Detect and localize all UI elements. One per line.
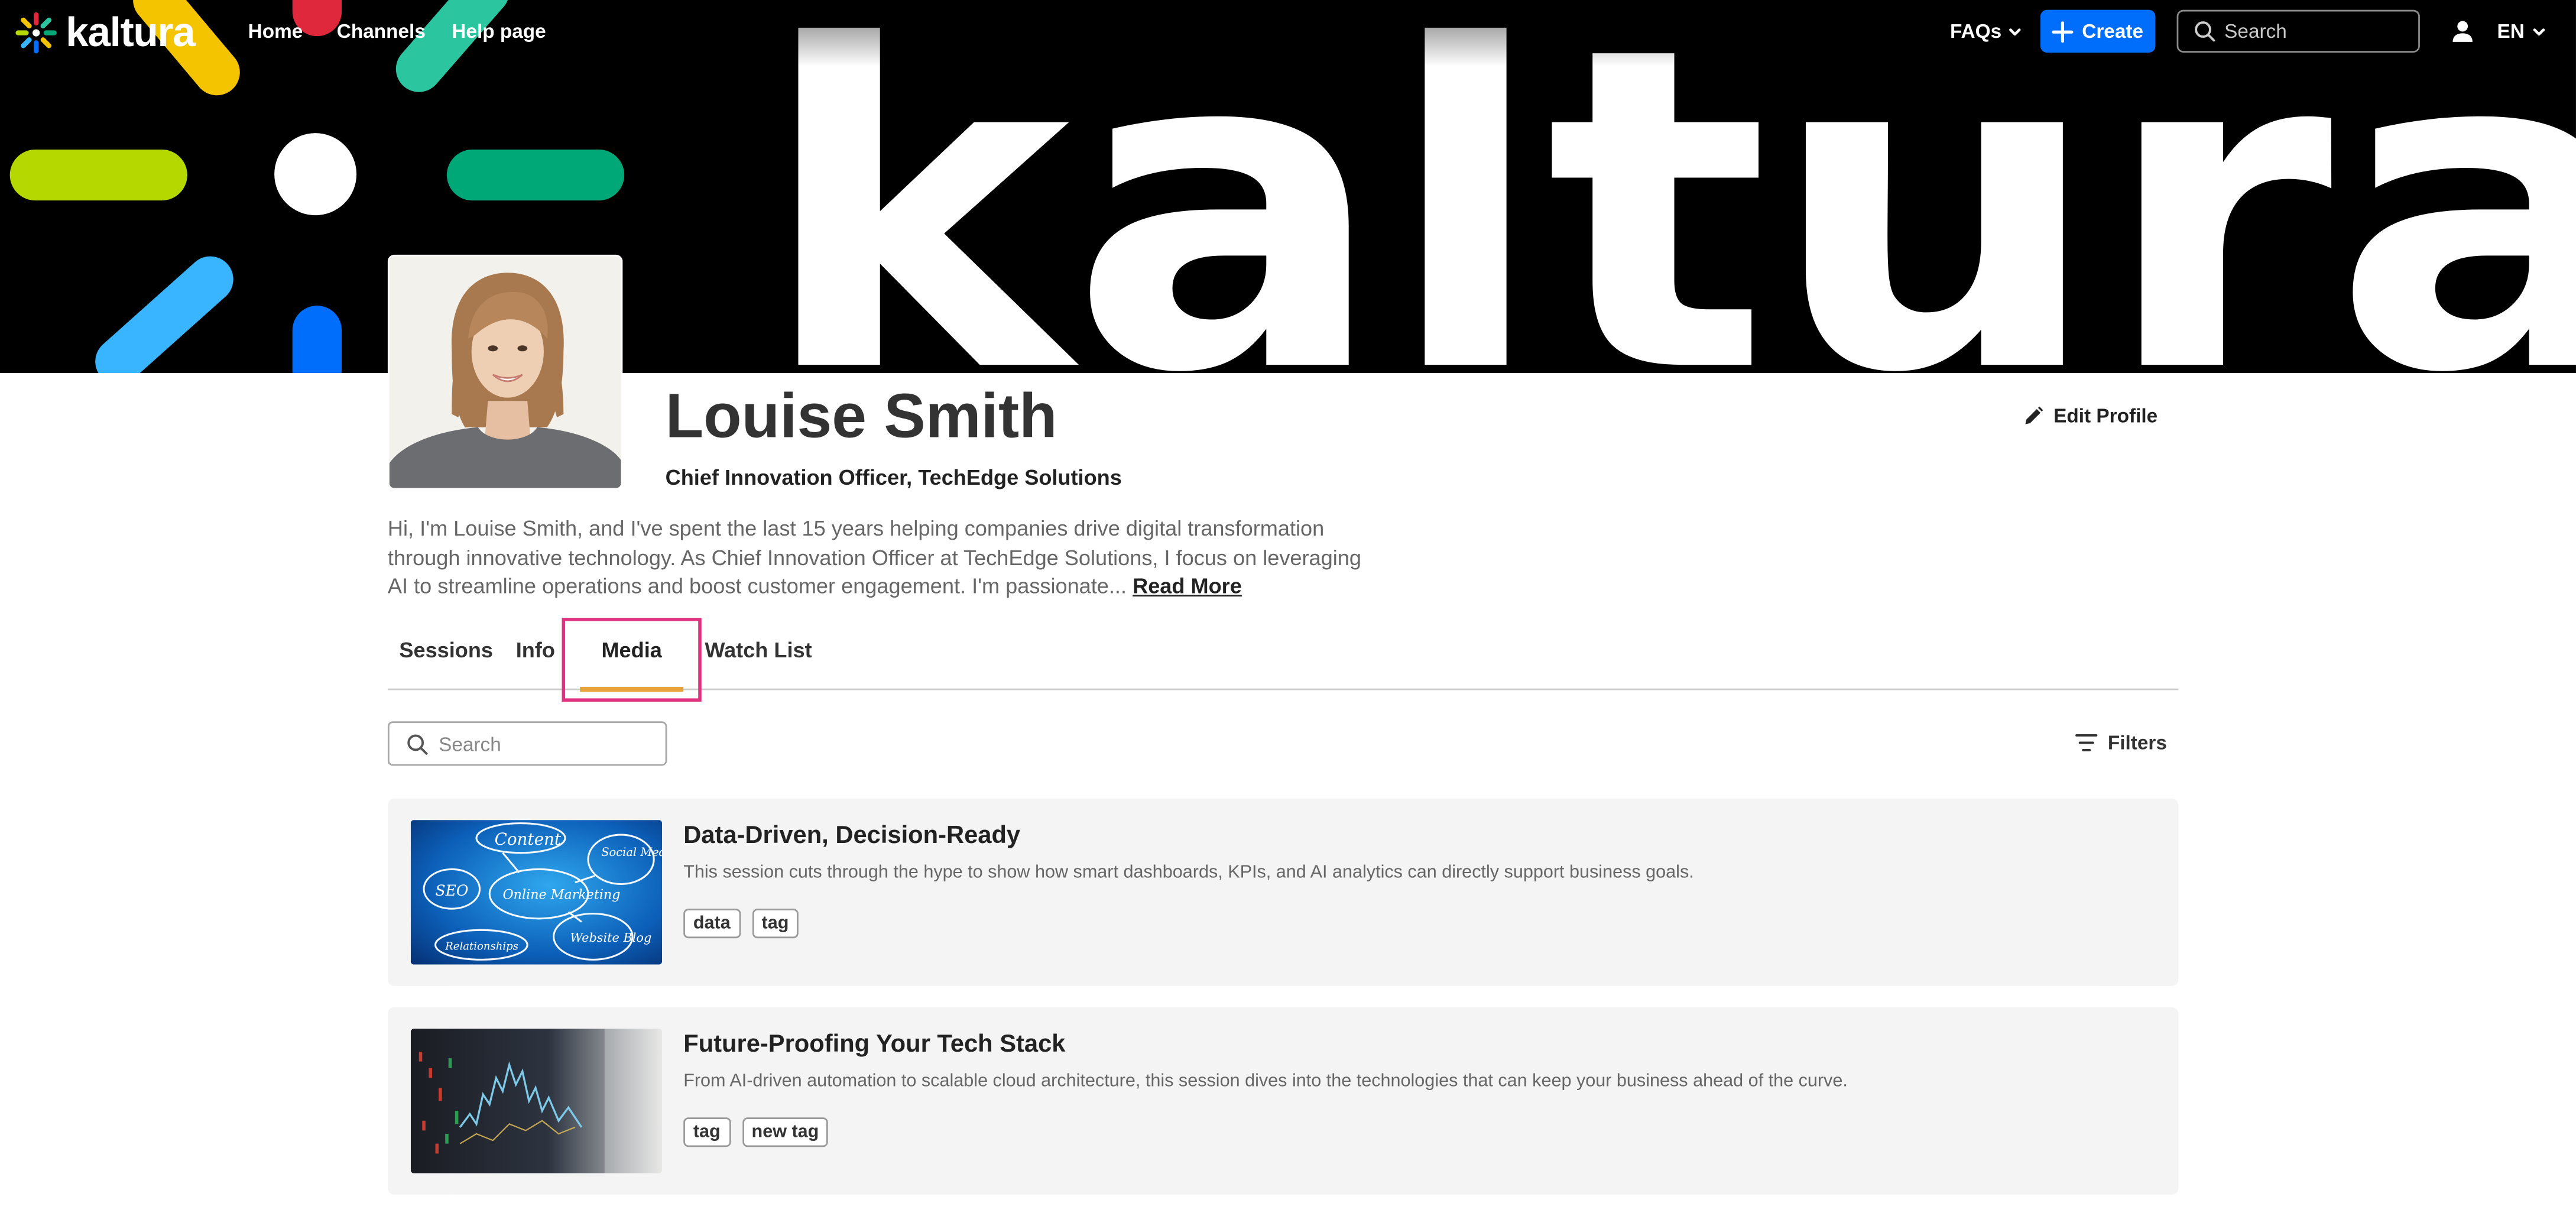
media-thumbnail[interactable]: Content Social Media SEO Online Marketin… [410, 820, 663, 965]
page: kaltura kaltura Home Channels Help page … [0, 0, 2576, 1216]
create-button[interactable]: Create [2040, 9, 2156, 53]
media-tags: data tag [683, 909, 799, 939]
tab-sessions[interactable]: Sessions [399, 638, 493, 663]
media-card[interactable]: Future-Proofing Your Tech Stack From AI-… [387, 1007, 2179, 1195]
global-search-input[interactable] [2224, 20, 2405, 43]
media-tags: tag new tag [683, 1117, 829, 1147]
faqs-label: FAQs [1950, 20, 2002, 43]
banner-shape-circle [274, 133, 357, 216]
thumb-word-relationships: Relationships [445, 941, 518, 953]
nav-link-channels[interactable]: Channels [337, 20, 426, 43]
tab-media-label: Media [601, 637, 662, 663]
edit-profile-label: Edit Profile [2053, 404, 2158, 427]
thumb-word-website-blog: Website Blog [570, 930, 651, 945]
profile-avatar [387, 254, 623, 490]
pencil-icon [2025, 406, 2043, 424]
profile-name: Louise Smith [665, 382, 1057, 452]
nav-link-help-page[interactable]: Help page [452, 20, 546, 43]
plus-icon [2052, 20, 2074, 42]
top-navigation: kaltura Home Channels Help page FAQs Cre… [0, 0, 2576, 66]
tag-chip[interactable]: data [683, 909, 741, 939]
media-card[interactable]: Content Social Media SEO Online Marketin… [387, 798, 2179, 986]
nav-link-home[interactable]: Home [248, 20, 303, 43]
create-label: Create [2082, 20, 2144, 43]
media-thumbnail[interactable] [410, 1029, 663, 1173]
user-menu[interactable] [2451, 20, 2474, 51]
search-icon [2195, 21, 2215, 42]
logo-text: kaltura [66, 9, 196, 56]
kaltura-logo[interactable]: kaltura [13, 9, 196, 56]
avatar-photo [389, 256, 621, 488]
thumb-word-seo: SEO [436, 882, 469, 899]
faqs-dropdown[interactable]: FAQs [1950, 20, 2023, 43]
banner-shape-lime [9, 149, 187, 201]
thumb-word-social-media: Social Media [601, 845, 662, 859]
filters-label: Filters [2107, 731, 2167, 754]
tab-info[interactable]: Info [516, 638, 555, 663]
global-search [2176, 9, 2420, 53]
media-search-input[interactable] [439, 732, 653, 755]
tab-watch-list[interactable]: Watch List [705, 638, 812, 663]
media-title[interactable]: Data-Driven, Decision-Ready [683, 822, 1020, 849]
user-icon [2452, 21, 2473, 42]
banner-shape-green [446, 149, 625, 201]
read-more-link[interactable]: Read More [1133, 573, 1242, 598]
chevron-down-icon [2010, 27, 2022, 35]
tag-chip[interactable]: new tag [741, 1117, 829, 1147]
filters-button[interactable]: Filters [2075, 731, 2167, 754]
kaltura-logo-mark-icon [15, 12, 57, 54]
media-title[interactable]: Future-Proofing Your Tech Stack [683, 1030, 1065, 1058]
chevron-down-icon [2532, 27, 2545, 35]
filter-icon [2075, 734, 2098, 751]
banner-shape-blue [292, 306, 342, 373]
thumbnail-marketing-image: Content Social Media SEO Online Marketin… [410, 820, 663, 965]
media-search [387, 721, 667, 766]
language-selector[interactable]: EN [2497, 20, 2546, 43]
search-icon [407, 734, 428, 754]
edit-profile-button[interactable]: Edit Profile [2022, 404, 2158, 427]
tag-chip[interactable]: tag [751, 909, 799, 939]
media-description: This session cuts through the hype to sh… [683, 862, 1694, 883]
banner-shape-lightblue [95, 256, 233, 373]
thumb-word-online-marketing: Online Marketing [502, 887, 620, 902]
active-tab-indicator [580, 686, 684, 692]
language-label: EN [2497, 20, 2525, 43]
tag-chip[interactable]: tag [683, 1117, 731, 1147]
profile-job-title: Chief Innovation Officer, TechEdge Solut… [665, 465, 1122, 490]
tab-media[interactable]: Media [562, 618, 702, 702]
thumbnail-stock-chart-image [410, 1029, 663, 1173]
profile-bio: Hi, I'm Louise Smith, and I've spent the… [388, 514, 1374, 601]
media-description: From AI-driven automation to scalable cl… [683, 1071, 1848, 1091]
profile-tabs: Sessions Info Media Watch List [387, 618, 2179, 702]
thumb-word-content: Content [495, 829, 562, 849]
